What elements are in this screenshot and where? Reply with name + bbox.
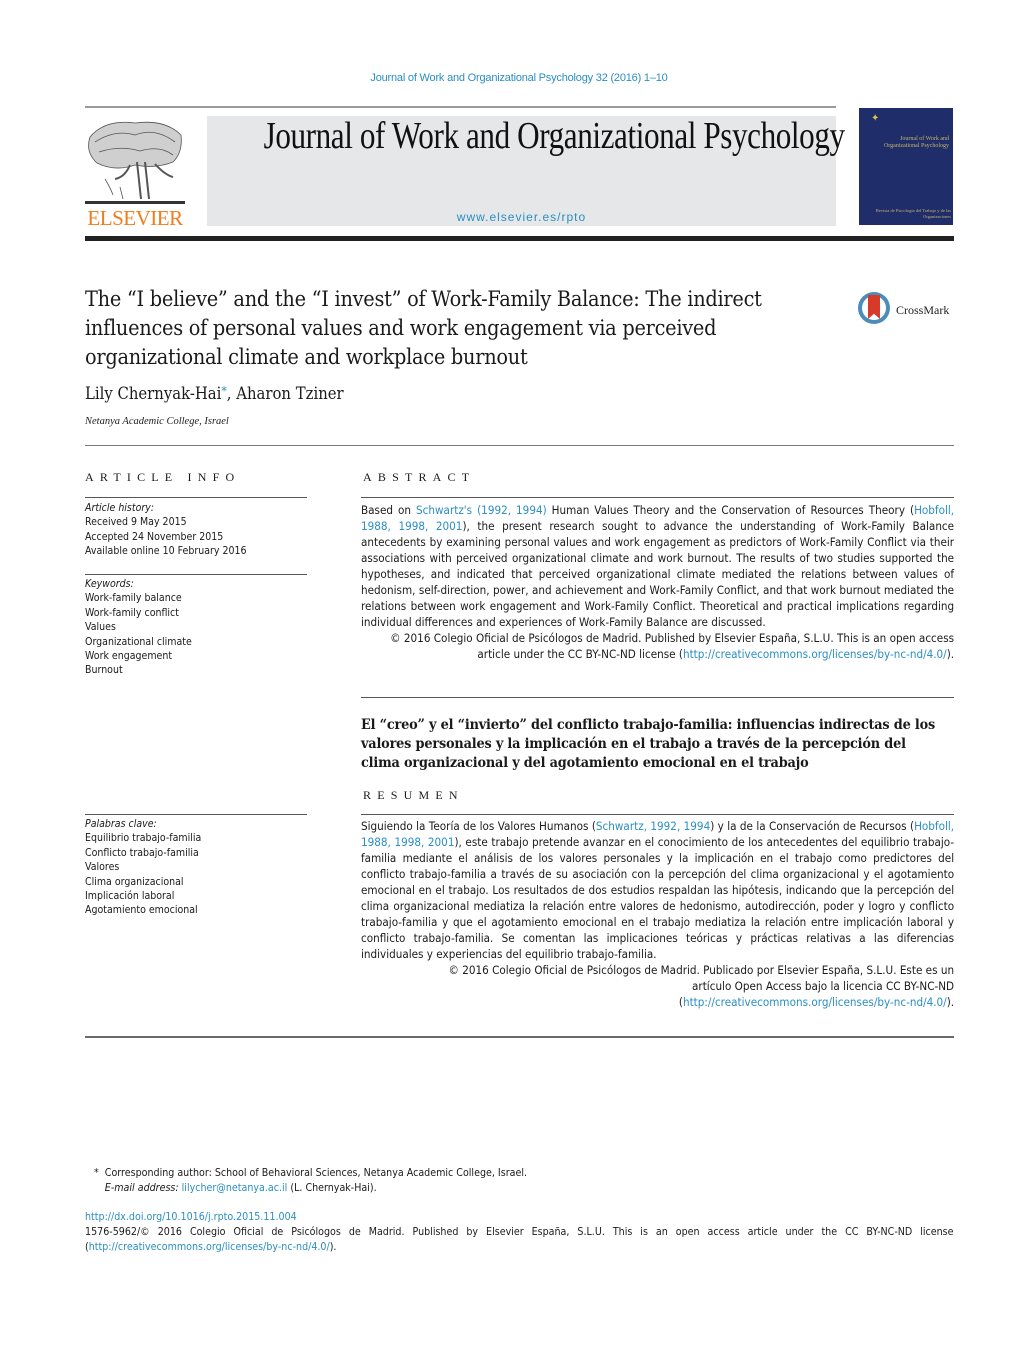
abstract-copyright: © 2016 Colegio Oficial de Psicólogos de … xyxy=(361,630,954,662)
author-separator: , xyxy=(226,384,237,403)
footnote-mark: * xyxy=(94,1167,99,1179)
keyword-item: Values xyxy=(85,621,116,634)
author-list: Lily Chernyak-Hai*, Aharon Tziner xyxy=(85,384,344,403)
keywords-rule xyxy=(85,574,307,575)
cover-title: Journal of Work and Organizational Psych… xyxy=(883,136,949,149)
palabra-item: Clima organizacional xyxy=(85,875,184,888)
abstract-text: Based on xyxy=(361,503,417,517)
abstract-end-rule xyxy=(361,697,954,698)
email-owner: (L. Chernyak-Hai). xyxy=(287,1182,377,1194)
abstract-body: Based on Schwartz's (1992, 1994) Human V… xyxy=(361,502,954,662)
masthead-top-rule xyxy=(85,106,836,108)
history-online: Available online 10 February 2016 xyxy=(85,545,247,558)
license-paren: ). xyxy=(329,1241,337,1253)
keywords-list: Keywords: Work-family balance Work-famil… xyxy=(85,577,292,678)
article-title: The “I believe” and the “I invest” of Wo… xyxy=(85,287,762,370)
resumen-rule xyxy=(361,814,954,815)
cover-subtitle: Revista de Psicología del Trabajo y de l… xyxy=(875,208,951,219)
keyword-item: Organizational climate xyxy=(85,635,192,648)
keyword-item: Work-family balance xyxy=(85,592,182,605)
copyright-text: ). xyxy=(946,647,955,661)
palabras-clave-list: Palabras clave: Equilibrio trabajo-famil… xyxy=(85,817,292,918)
journal-url-link[interactable]: www.elsevier.es/rpto xyxy=(207,210,836,224)
crossmark-label: CrossMark xyxy=(896,303,950,317)
palabra-item: Agotamiento emocional xyxy=(85,904,198,917)
article-history-label: Article history: xyxy=(85,502,155,514)
crossmark-button[interactable]: CrossMark xyxy=(858,292,958,330)
footer-license-link[interactable]: http://creativecommons.org/licenses/by-n… xyxy=(89,1241,330,1253)
license-link-es[interactable]: http://creativecommons.org/licenses/by-n… xyxy=(683,995,947,1009)
doi-line: http://dx.doi.org/10.1016/j.rpto.2015.11… xyxy=(85,1210,949,1225)
copyright-text: © 2016 Colegio Oficial de Psicólogos de … xyxy=(448,963,955,977)
issn-copyright: 1576-5962/© 2016 Colegio Oficial de Psic… xyxy=(85,1225,954,1255)
copyright-text: artículo Open Access bajo la licencia CC… xyxy=(692,979,955,993)
front-matter-end-rule xyxy=(85,1036,954,1038)
abstract-text: Human Values Theory and the Conservation… xyxy=(546,503,915,517)
resumen-text: Siguiendo la Teoría de los Valores Human… xyxy=(361,819,596,833)
keyword-item: Work engagement xyxy=(85,650,173,663)
crossmark-icon xyxy=(858,292,890,324)
article-history: Article history: Received 9 May 2015 Acc… xyxy=(85,501,292,559)
palabra-item: Valores xyxy=(85,861,120,874)
palabras-rule xyxy=(85,814,307,815)
palabra-item: Conflicto trabajo-familia xyxy=(85,846,199,859)
resumen-text: ) y la de la Conservación de Recursos ( xyxy=(710,819,915,833)
history-accepted: Accepted 24 November 2015 xyxy=(85,530,224,543)
palabra-item: Equilibrio trabajo-familia xyxy=(85,832,202,845)
masthead-bottom-rule xyxy=(85,236,954,241)
citation-link-schwartz-es[interactable]: Schwartz, 1992, 1994 xyxy=(596,819,710,833)
history-received: Received 9 May 2015 xyxy=(85,516,187,529)
keyword-item: Work-family conflict xyxy=(85,606,179,619)
doi-link[interactable]: http://dx.doi.org/10.1016/j.rpto.2015.11… xyxy=(85,1211,297,1223)
resumen-text: ), este trabajo pretende avanzar en el c… xyxy=(361,835,955,961)
running-head[interactable]: Journal of Work and Organizational Psych… xyxy=(0,72,1020,84)
license-link[interactable]: http://creativecommons.org/licenses/by-n… xyxy=(683,647,947,661)
palabra-item: Implicación laboral xyxy=(85,890,175,903)
spanish-title: El “creo” y el “invierto” del conflicto … xyxy=(361,717,936,771)
corresponding-author-footnote: * Corresponding author: School of Behavio… xyxy=(85,1166,949,1196)
keywords-label: Keywords: xyxy=(85,578,134,590)
affiliation: Netanya Academic College, Israel xyxy=(85,416,229,427)
article-info-rule xyxy=(85,497,307,498)
article-info-heading: ARTICLE INFO xyxy=(85,470,241,484)
resumen-heading: RESUMEN xyxy=(363,788,464,802)
author-name: Lily Chernyak-Hai xyxy=(85,384,222,403)
abstract-rule xyxy=(361,497,954,498)
abstract-text: ), the present research sought to advanc… xyxy=(361,519,955,629)
palabras-clave-label: Palabras clave: xyxy=(85,818,157,830)
cover-logo-icon: ✦ xyxy=(871,113,880,124)
citation-link-schwartz[interactable]: Schwartz's (1992, 1994) xyxy=(416,503,547,517)
title-divider xyxy=(85,445,954,446)
journal-title: Journal of Work and Organizational Psych… xyxy=(263,115,845,157)
footnote-text: Corresponding author: School of Behavior… xyxy=(104,1167,528,1179)
journal-cover-thumbnail[interactable]: ✦ Journal of Work and Organizational Psy… xyxy=(859,108,953,225)
elsevier-wordmark: ELSEVIER xyxy=(87,206,183,230)
author-name: Aharon Tziner xyxy=(236,384,344,403)
email-link[interactable]: lilycher@netanya.ac.il xyxy=(182,1182,288,1194)
resumen-copyright: © 2016 Colegio Oficial de Psicólogos de … xyxy=(361,962,954,1010)
resumen-body: Siguiendo la Teoría de los Valores Human… xyxy=(361,818,954,1010)
issn-text: 1576-5962/© 2016 Colegio Oficial de Psic… xyxy=(85,1226,954,1238)
abstract-heading: ABSTRACT xyxy=(363,470,476,484)
copyright-text: ). xyxy=(946,995,955,1009)
email-label: E-mail address: xyxy=(104,1182,179,1194)
keyword-item: Burnout xyxy=(85,664,123,677)
